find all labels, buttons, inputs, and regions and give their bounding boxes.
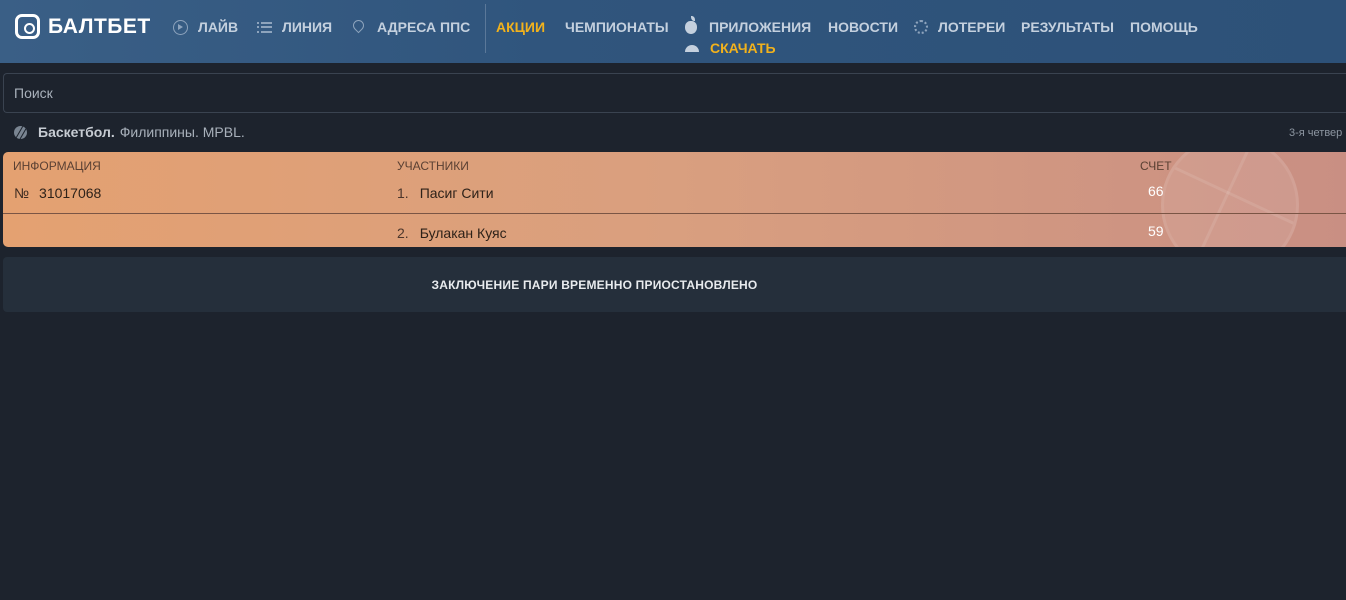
breadcrumb: Баскетбол. Филиппины. MPBL. [14, 124, 245, 140]
nav-help[interactable]: ПОМОЩЬ [1130, 19, 1198, 35]
team-index: 1. [397, 185, 409, 201]
nav-promo[interactable]: АКЦИИ [496, 19, 545, 35]
top-header: БАЛТБЕТ ЛАЙВ ЛИНИЯ АДРЕСА ППС АКЦИИ ЧЕМП… [0, 0, 1346, 63]
team-row: 1. Пасиг Сити [397, 185, 494, 201]
nav-live[interactable]: ЛАЙВ [173, 19, 238, 35]
nav-championships-label: ЧЕМПИОНАТЫ [565, 19, 669, 35]
basketball-icon [14, 125, 27, 139]
header-participants: УЧАСТНИКИ [397, 159, 469, 173]
match-card: ИНФОРМАЦИЯ УЧАСТНИКИ СЧЕТ № 31017068 1. Па… [3, 152, 1346, 247]
nav-line-label: ЛИНИЯ [282, 19, 333, 35]
header-score: СЧЕТ [1140, 159, 1172, 173]
nav-apps[interactable]: ПРИЛОЖЕНИЯ [685, 15, 812, 35]
nav-lotteries[interactable]: ЛОТЕРЕИ [914, 19, 1005, 35]
nav-help-label: ПОМОЩЬ [1130, 19, 1198, 35]
match-period: 3-я четвер [1289, 127, 1343, 139]
basketball-background-icon [1161, 152, 1299, 247]
location-pin-icon [350, 17, 367, 34]
list-icon [257, 21, 272, 33]
nav-download-label: СКАЧАТЬ [710, 40, 776, 56]
logo-icon [15, 14, 40, 39]
nav-championships[interactable]: ЧЕМПИОНАТЫ [565, 19, 669, 35]
nav-addresses-label: АДРЕСА ППС [377, 19, 471, 35]
logo-text: БАЛТБЕТ [48, 14, 151, 38]
nav-addresses[interactable]: АДРЕСА ППС [350, 17, 471, 35]
betting-suspended-text: ЗАКЛЮЧЕНИЕ ПАРИ ВРЕМЕННО ПРИОСТАНОВЛЕНО [431, 277, 758, 292]
match-number: № 31017068 [14, 185, 101, 201]
team-row: 2. Булакан Куяс [397, 225, 507, 241]
team-score: 66 [1148, 183, 1164, 199]
team-score: 59 [1148, 223, 1164, 239]
logo[interactable]: БАЛТБЕТ [15, 14, 151, 39]
nav-apps-label: ПРИЛОЖЕНИЯ [709, 19, 812, 35]
team-index: 2. [397, 225, 409, 241]
android-icon [685, 44, 699, 52]
number-sign: № [14, 185, 30, 201]
play-icon [173, 19, 188, 35]
breadcrumb-sport[interactable]: Баскетбол. [38, 124, 115, 140]
nav-line[interactable]: ЛИНИЯ [257, 19, 332, 35]
search-input[interactable] [3, 73, 1346, 113]
nav-promo-label: АКЦИИ [496, 19, 546, 35]
nav-results[interactable]: РЕЗУЛЬТАТЫ [1021, 19, 1114, 35]
betting-suspended-banner: ЗАКЛЮЧЕНИЕ ПАРИ ВРЕМЕННО ПРИОСТАНОВЛЕНО [3, 257, 1346, 312]
nav-news[interactable]: НОВОСТИ [828, 19, 898, 35]
row-divider [3, 213, 1346, 214]
nav-download[interactable]: СКАЧАТЬ [685, 40, 776, 56]
nav-live-label: ЛАЙВ [198, 19, 239, 35]
nav-news-label: НОВОСТИ [828, 19, 899, 35]
header-info: ИНФОРМАЦИЯ [13, 159, 101, 173]
match-number-value: 31017068 [39, 185, 102, 201]
nav-divider [485, 4, 486, 53]
team-name: Булакан Куяс [419, 225, 507, 241]
team-name: Пасиг Сити [419, 185, 494, 201]
apple-icon [685, 15, 697, 34]
nav-lotteries-label: ЛОТЕРЕИ [938, 19, 1006, 35]
breadcrumb-league[interactable]: Филиппины. MPBL. [120, 124, 245, 140]
lottery-icon [914, 20, 928, 34]
nav-results-label: РЕЗУЛЬТАТЫ [1021, 19, 1114, 35]
